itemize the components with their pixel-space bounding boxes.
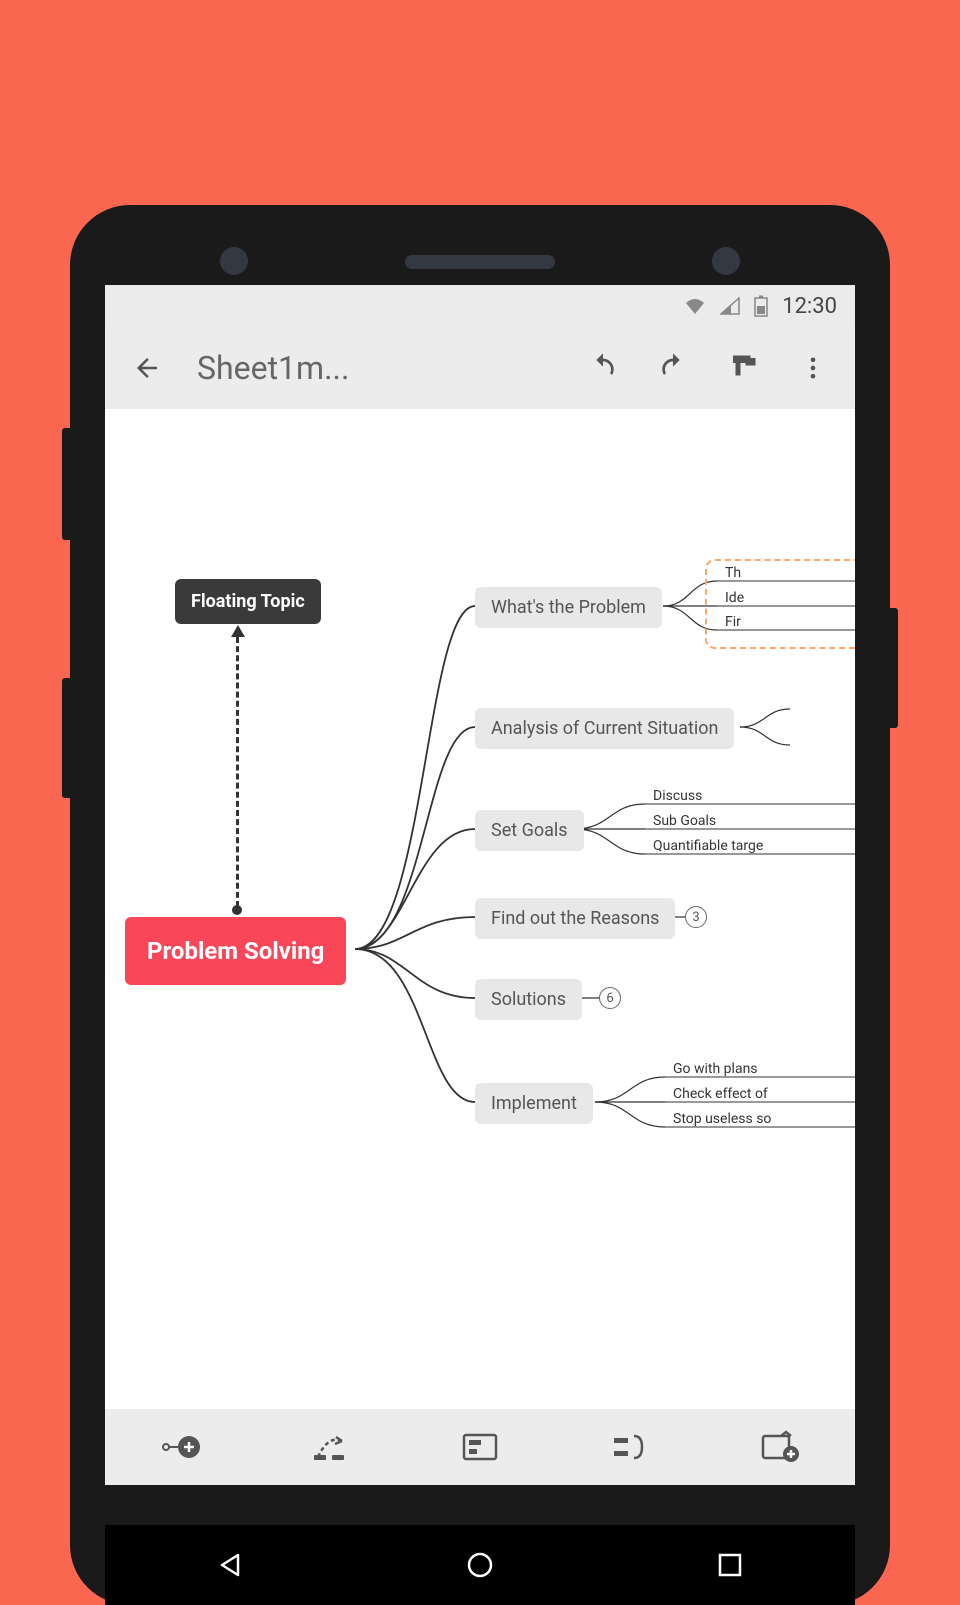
- arrow-line: [236, 637, 239, 907]
- collapse-count-badge[interactable]: 3: [685, 906, 707, 928]
- subtopic-label[interactable]: Discuss: [653, 788, 702, 804]
- system-nav-bar: [105, 1525, 855, 1605]
- floating-topic-node[interactable]: Floating Topic: [175, 579, 321, 624]
- status-bar: 12:30: [105, 285, 855, 327]
- redo-button[interactable]: [653, 348, 693, 388]
- add-summary-button[interactable]: [602, 1419, 658, 1475]
- arrow-head-icon: [231, 625, 245, 637]
- branch-node[interactable]: Analysis of Current Situation: [475, 708, 734, 749]
- add-relationship-button[interactable]: [302, 1419, 358, 1475]
- back-button[interactable]: [127, 348, 167, 388]
- app-bar: Sheet1m...: [105, 327, 855, 409]
- subtopic-label[interactable]: Check effect of: [673, 1086, 768, 1102]
- battery-icon: [754, 295, 768, 317]
- signal-icon: [720, 297, 740, 315]
- phone-notch: [70, 247, 890, 277]
- subtopic-label[interactable]: Ide: [725, 590, 744, 606]
- branch-node[interactable]: Find out the Reasons: [475, 898, 675, 939]
- subtopic-label[interactable]: Stop useless so: [673, 1111, 771, 1127]
- bottom-toolbar: [105, 1409, 855, 1485]
- branch-node[interactable]: Implement: [475, 1083, 593, 1124]
- collapse-count-badge[interactable]: 6: [599, 987, 621, 1009]
- add-subtopic-button[interactable]: [152, 1419, 208, 1475]
- overflow-menu-button[interactable]: [793, 348, 833, 388]
- nav-home-button[interactable]: [460, 1545, 500, 1585]
- wifi-icon: [684, 297, 706, 315]
- arrow-dot: [232, 905, 242, 915]
- branch-node[interactable]: What's the Problem: [475, 587, 662, 628]
- undo-button[interactable]: [583, 348, 623, 388]
- subtopic-label[interactable]: Quantifiable targe: [653, 838, 763, 854]
- subtopic-label[interactable]: Th: [725, 565, 741, 581]
- format-button[interactable]: [723, 348, 763, 388]
- subtopic-label[interactable]: Go with plans: [673, 1061, 758, 1077]
- phone-frame: 12:30 Sheet1m...: [70, 205, 890, 1605]
- add-boundary-button[interactable]: [452, 1419, 508, 1475]
- branch-node[interactable]: Solutions: [475, 979, 582, 1020]
- subtopic-label[interactable]: Fir: [725, 614, 741, 630]
- subtopic-label[interactable]: Sub Goals: [653, 813, 716, 829]
- page-title: Sheet1m...: [197, 349, 553, 387]
- status-time: 12:30: [782, 294, 837, 319]
- mindmap-canvas[interactable]: Floating Topic Problem Solving What's th…: [105, 409, 855, 1409]
- add-sheet-button[interactable]: [752, 1419, 808, 1475]
- nav-back-button[interactable]: [210, 1545, 250, 1585]
- branch-node[interactable]: Set Goals: [475, 810, 584, 851]
- central-topic-node[interactable]: Problem Solving: [125, 917, 346, 985]
- screen: 12:30 Sheet1m...: [105, 285, 855, 1485]
- nav-recent-button[interactable]: [710, 1545, 750, 1585]
